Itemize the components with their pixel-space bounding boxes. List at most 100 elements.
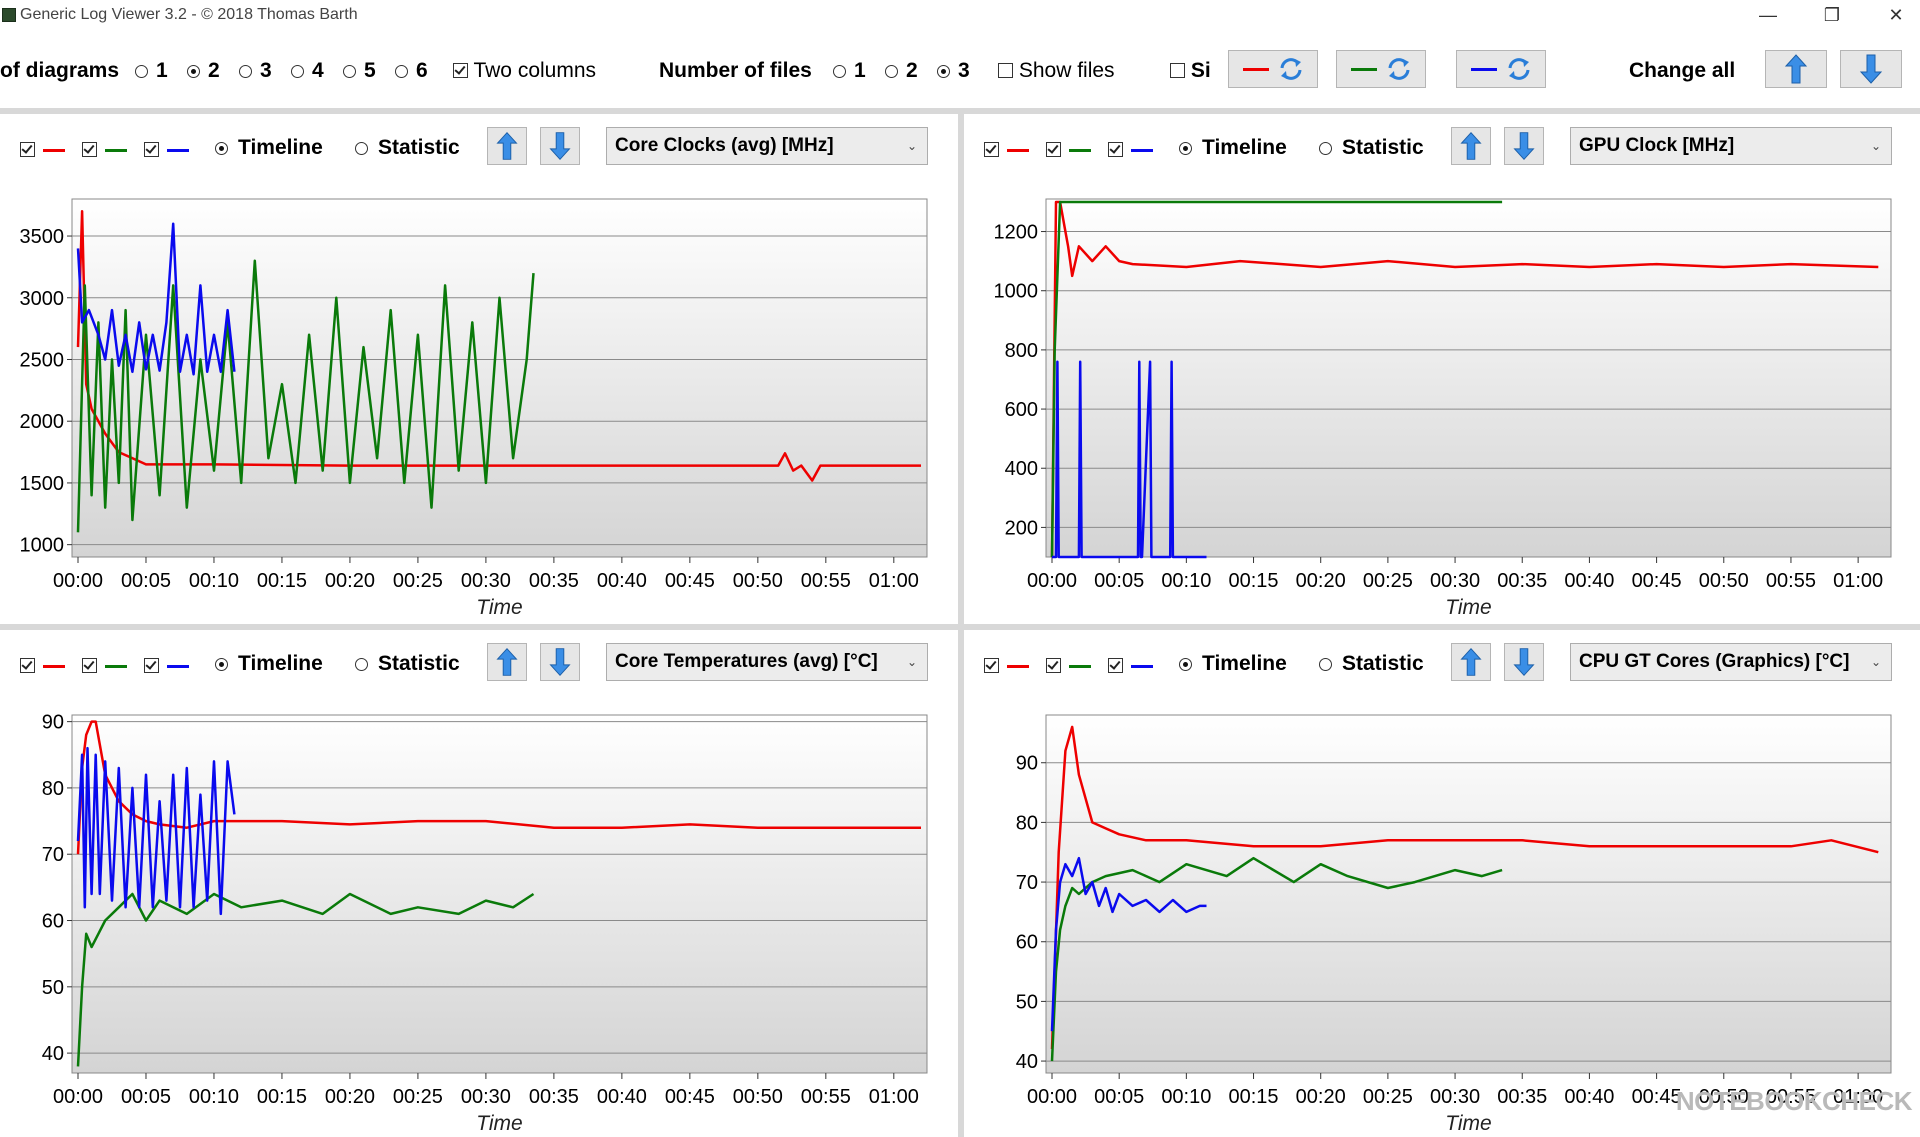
minimize-button[interactable]: — xyxy=(1746,2,1790,28)
statistic-radio-circle[interactable] xyxy=(1319,658,1332,671)
sensor-dropdown[interactable]: Core Temperatures (avg) [°C] ⌄ xyxy=(606,643,928,681)
blue-series-swap-button[interactable] xyxy=(1456,50,1546,88)
statistic-radio[interactable]: Statistic xyxy=(355,136,460,160)
show-files-label: Show files xyxy=(1018,59,1115,82)
y-tick-label: 800 xyxy=(1005,340,1038,362)
statistic-radio[interactable]: Statistic xyxy=(1319,652,1424,676)
red-series-checkbox[interactable] xyxy=(984,658,999,673)
blue-series-toggle[interactable] xyxy=(144,138,189,162)
sensor-down-button[interactable] xyxy=(540,127,580,165)
statistic-radio-circle[interactable] xyxy=(1319,142,1332,155)
red-series-checkbox[interactable] xyxy=(20,142,35,157)
blue-series-dash-icon xyxy=(1131,149,1153,152)
blue-series-checkbox[interactable] xyxy=(1108,142,1123,157)
diagram-count-radio-circle-4[interactable] xyxy=(291,65,304,78)
statistic-radio[interactable]: Statistic xyxy=(355,652,460,676)
diagram-count-radio-label-6: 6 xyxy=(416,59,428,82)
blue-series-checkbox[interactable] xyxy=(144,658,159,673)
green-series-checkbox[interactable] xyxy=(82,658,97,673)
red-series-toggle[interactable] xyxy=(20,654,65,678)
diagram-count-radio-1[interactable]: 1 xyxy=(135,59,168,83)
sensor-up-button[interactable] xyxy=(1451,643,1491,681)
timeline-radio[interactable]: Timeline xyxy=(215,652,323,676)
file-count-radio-1[interactable]: 1 xyxy=(833,59,866,83)
x-tick-label: 00:15 xyxy=(257,1086,307,1108)
timeline-radio[interactable]: Timeline xyxy=(215,136,323,160)
show-files-checkbox[interactable]: Show files xyxy=(998,59,1115,83)
blue-series-checkbox[interactable] xyxy=(1108,658,1123,673)
file-count-radio-circle-1[interactable] xyxy=(833,65,846,78)
x-tick-label: 00:25 xyxy=(1363,570,1413,592)
two-columns-check-icon[interactable] xyxy=(453,63,468,78)
toolbar: of diagrams 1 2 3 4 5 6 Two columns Number of… xyxy=(0,30,1920,114)
blue-series-toggle[interactable] xyxy=(144,654,189,678)
red-series-toggle[interactable] xyxy=(984,654,1029,678)
si-checkbox[interactable]: Si xyxy=(1170,59,1211,83)
red-series-checkbox[interactable] xyxy=(20,658,35,673)
statistic-radio[interactable]: Statistic xyxy=(1319,136,1424,160)
two-columns-checkbox[interactable]: Two columns xyxy=(453,59,596,83)
sensor-down-button[interactable] xyxy=(540,643,580,681)
diagram-count-radio-circle-2[interactable] xyxy=(187,65,200,78)
green-series-checkbox[interactable] xyxy=(1046,658,1061,673)
change-all-up-button[interactable] xyxy=(1765,50,1827,88)
timeline-label: Timeline xyxy=(1202,136,1287,159)
sensor-up-button[interactable] xyxy=(487,643,527,681)
sensor-down-button[interactable] xyxy=(1504,127,1544,165)
timeline-radio-circle[interactable] xyxy=(215,142,228,155)
red-series-dash-icon xyxy=(1007,665,1029,668)
timeline-radio[interactable]: Timeline xyxy=(1179,136,1287,160)
diagram-count-radio-3[interactable]: 3 xyxy=(239,59,272,83)
green-series-toggle[interactable] xyxy=(1046,138,1091,162)
sensor-dropdown-value: Core Temperatures (avg) [°C] xyxy=(615,651,878,672)
blue-series-checkbox[interactable] xyxy=(144,142,159,157)
close-button[interactable]: ✕ xyxy=(1874,2,1918,28)
green-series-toggle[interactable] xyxy=(82,138,127,162)
file-count-radio-circle-3[interactable] xyxy=(937,65,950,78)
green-series-toggle[interactable] xyxy=(82,654,127,678)
green-series-swap-button[interactable] xyxy=(1336,50,1426,88)
red-series-toggle[interactable] xyxy=(20,138,65,162)
si-check-icon[interactable] xyxy=(1170,63,1185,78)
red-series-swap-button[interactable] xyxy=(1228,50,1318,88)
change-all-down-button[interactable] xyxy=(1840,50,1902,88)
maximize-button[interactable]: ❐ xyxy=(1810,2,1854,28)
green-series-checkbox[interactable] xyxy=(82,142,97,157)
diagram-count-radio-5[interactable]: 5 xyxy=(343,59,376,83)
x-tick-label: 00:35 xyxy=(529,570,579,592)
sensor-dropdown[interactable]: GPU Clock [MHz] ⌄ xyxy=(1570,127,1892,165)
timeline-radio-circle[interactable] xyxy=(215,658,228,671)
green-series-checkbox[interactable] xyxy=(1046,142,1061,157)
sensor-dropdown[interactable]: CPU GT Cores (Graphics) [°C] ⌄ xyxy=(1570,643,1892,681)
blue-series-toggle[interactable] xyxy=(1108,138,1153,162)
timeline-radio-circle[interactable] xyxy=(1179,658,1192,671)
show-files-check-icon[interactable] xyxy=(998,63,1013,78)
sensor-dropdown-value: GPU Clock [MHz] xyxy=(1579,135,1735,156)
sensor-up-button[interactable] xyxy=(487,127,527,165)
diagram-count-radio-2[interactable]: 2 xyxy=(187,59,220,83)
green-series-toggle[interactable] xyxy=(1046,654,1091,678)
diagram-count-radio-circle-1[interactable] xyxy=(135,65,148,78)
sensor-up-button[interactable] xyxy=(1451,127,1491,165)
red-series-checkbox[interactable] xyxy=(984,142,999,157)
statistic-radio-circle[interactable] xyxy=(355,142,368,155)
timeline-radio[interactable]: Timeline xyxy=(1179,652,1287,676)
blue-series-toggle[interactable] xyxy=(1108,654,1153,678)
file-count-radio-2[interactable]: 2 xyxy=(885,59,918,83)
arrow-up-icon xyxy=(1784,54,1808,84)
diagram-count-radio-6[interactable]: 6 xyxy=(395,59,428,83)
files-label: Number of files xyxy=(659,59,812,82)
timeline-radio-circle[interactable] xyxy=(1179,142,1192,155)
diagram-count-radio-4[interactable]: 4 xyxy=(291,59,324,83)
file-count-radio-3[interactable]: 3 xyxy=(937,59,970,83)
diagram-count-radio-circle-3[interactable] xyxy=(239,65,252,78)
sensor-dropdown[interactable]: Core Clocks (avg) [MHz] ⌄ xyxy=(606,127,928,165)
statistic-radio-circle[interactable] xyxy=(355,658,368,671)
red-series-toggle[interactable] xyxy=(984,138,1029,162)
sensor-down-button[interactable] xyxy=(1504,643,1544,681)
diagram-count-radio-circle-5[interactable] xyxy=(343,65,356,78)
arrow-down-icon xyxy=(549,648,571,677)
diagram-count-radio-circle-6[interactable] xyxy=(395,65,408,78)
x-tick-label: 00:15 xyxy=(257,570,307,592)
file-count-radio-circle-2[interactable] xyxy=(885,65,898,78)
